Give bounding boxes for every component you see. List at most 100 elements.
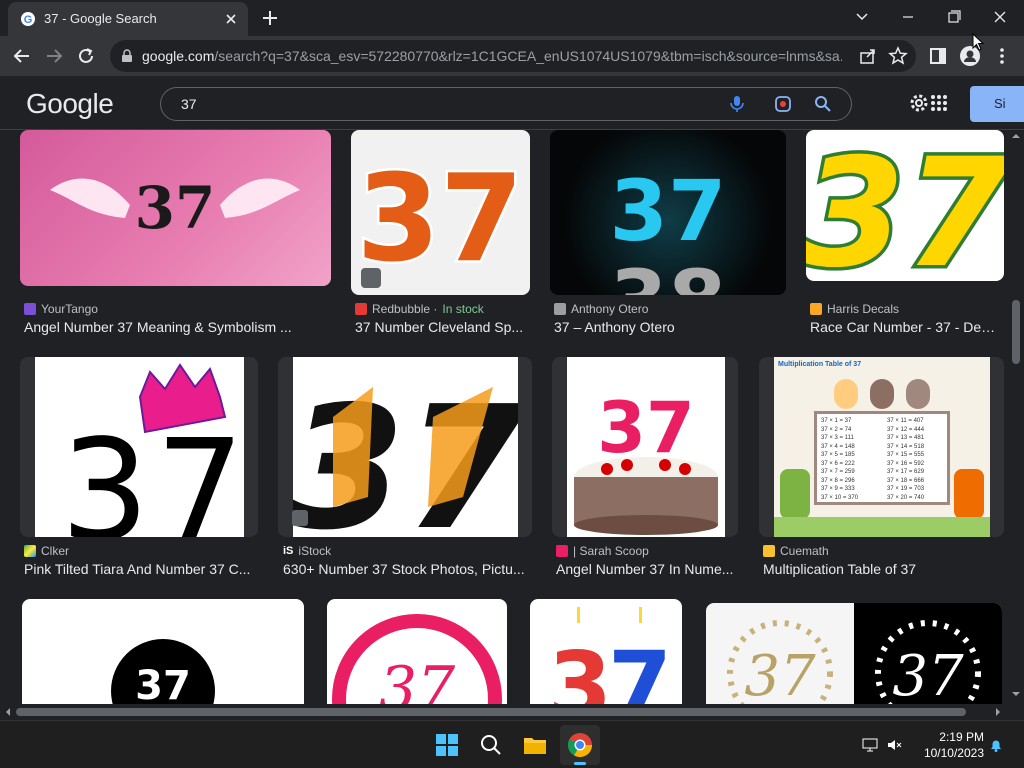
bookmark-star-icon[interactable] bbox=[886, 44, 910, 68]
result-image-multiplication[interactable]: Multiplication Table of 37 37 × 1 = 37 37… bbox=[759, 357, 1004, 537]
url-host: google.com bbox=[142, 48, 215, 64]
url-text: google.com/search?q=37&sca_esv=572280770… bbox=[142, 48, 842, 64]
scroll-up-icon[interactable] bbox=[1012, 132, 1020, 140]
browser-toolbar: google.com/search?q=37&sca_esv=572280770… bbox=[0, 36, 1024, 76]
result-image-anthony-otero[interactable]: 37 38 bbox=[550, 130, 786, 295]
more-menu-icon[interactable] bbox=[990, 44, 1014, 68]
horizontal-scroll-thumb[interactable] bbox=[16, 708, 966, 716]
thumb-race-car: 37 bbox=[806, 130, 1004, 281]
result-source[interactable]: YourTango bbox=[24, 302, 98, 316]
settings-gear-icon[interactable] bbox=[908, 92, 930, 114]
search-input[interactable]: 37 bbox=[181, 96, 197, 112]
title-bar: G 37 - Google Search bbox=[0, 0, 1024, 36]
tag-icon bbox=[361, 268, 381, 288]
yourtango-favicon-icon bbox=[24, 303, 36, 315]
source-name: iStock bbox=[298, 544, 332, 558]
thumb-stars: 37 37 bbox=[727, 603, 1002, 704]
google-logo[interactable]: Google bbox=[26, 88, 114, 120]
thumb-redbubble: 37 bbox=[354, 148, 526, 292]
new-tab-icon[interactable] bbox=[258, 6, 282, 30]
redbubble-favicon-icon bbox=[355, 303, 367, 315]
result-image-tiara[interactable]: 3 7 bbox=[20, 357, 258, 537]
scroll-right-icon[interactable] bbox=[994, 708, 1002, 716]
chrome-icon bbox=[567, 733, 592, 758]
voice-search-icon[interactable] bbox=[727, 94, 747, 114]
thumb-istock: 37 bbox=[287, 370, 524, 537]
search-icon[interactable] bbox=[477, 731, 505, 759]
result-image-candles[interactable]: 3 7 bbox=[530, 599, 682, 704]
taskbar: 2:19 PM 10/10/2023 bbox=[0, 720, 1024, 768]
scroll-left-icon[interactable] bbox=[4, 708, 12, 716]
apps-grid-icon[interactable] bbox=[930, 94, 948, 112]
side-panel-icon[interactable] bbox=[926, 44, 950, 68]
notification-bell-icon[interactable] bbox=[988, 737, 1004, 753]
result-image-black-circle[interactable]: 37 bbox=[22, 599, 304, 704]
tab-search-icon[interactable] bbox=[848, 6, 876, 28]
mult-row: 37 × 1 = 37 bbox=[821, 418, 852, 424]
url-path: /search?q=37&sca_esv=572280770&rlz=1C1GC… bbox=[214, 48, 842, 64]
harris-decals-favicon-icon bbox=[810, 303, 822, 315]
thumb-number-text: 37 bbox=[135, 174, 216, 242]
result-source[interactable]: | Sarah Scoop bbox=[556, 544, 649, 558]
search-icon[interactable] bbox=[813, 94, 833, 114]
mult-row: 37 × 14 = 518 bbox=[887, 443, 925, 450]
result-caption[interactable]: 37 Number Cleveland Sp... bbox=[355, 319, 535, 335]
mult-row: 37 × 10 = 370 bbox=[821, 494, 859, 501]
file-explorer-icon[interactable] bbox=[521, 731, 549, 759]
result-caption[interactable]: Race Car Number - 37 - Det... bbox=[810, 319, 996, 335]
mult-right-column: 37 × 11 = 407 37 × 12 = 444 37 × 13 = 481 3… bbox=[887, 417, 924, 502]
thumb-number-text: 37 bbox=[379, 654, 456, 704]
result-image-cake[interactable]: 37 bbox=[552, 357, 738, 537]
cartoon-kid bbox=[906, 379, 930, 409]
result-caption[interactable]: Pink Tilted Tiara And Number 37 C... bbox=[24, 561, 260, 577]
thumb-anthony-otero: 37 38 bbox=[610, 162, 727, 295]
vertical-scrollbar[interactable] bbox=[1008, 130, 1024, 704]
result-source[interactable]: Redbubble · In stock bbox=[355, 302, 484, 316]
system-clock[interactable]: 2:19 PM 10/10/2023 bbox=[910, 729, 984, 761]
vertical-scroll-thumb[interactable] bbox=[1012, 300, 1020, 364]
search-box[interactable]: 37 bbox=[160, 87, 852, 121]
result-caption[interactable]: Multiplication Table of 37 bbox=[763, 561, 1003, 577]
source-name: Harris Decals bbox=[827, 302, 900, 316]
result-image-redbubble[interactable]: 37 bbox=[351, 130, 530, 295]
close-window-icon[interactable] bbox=[986, 6, 1014, 28]
share-icon[interactable] bbox=[856, 44, 880, 68]
result-caption[interactable]: 37 – Anthony Otero bbox=[554, 319, 784, 335]
result-source[interactable]: Harris Decals bbox=[810, 302, 899, 316]
result-image-pink-circle[interactable]: 37 bbox=[327, 599, 507, 704]
result-image-angel-number[interactable]: 37 bbox=[20, 130, 331, 286]
minimize-icon[interactable] bbox=[894, 6, 922, 28]
scroll-down-icon[interactable] bbox=[1012, 690, 1020, 698]
result-source[interactable]: iS iStock bbox=[283, 544, 331, 558]
result-caption[interactable]: Angel Number 37 In Nume... bbox=[556, 561, 738, 577]
result-caption[interactable]: 630+ Number 37 Stock Photos, Pictu... bbox=[283, 561, 531, 577]
image-results: 37 37 37 38 37 YourTango Angel Number 37… bbox=[0, 130, 1008, 704]
result-source[interactable]: Clker bbox=[24, 544, 69, 558]
reload-icon[interactable] bbox=[74, 44, 98, 68]
result-source[interactable]: Anthony Otero bbox=[554, 302, 648, 316]
forward-arrow-icon[interactable] bbox=[42, 44, 66, 68]
result-image-stars[interactable]: 37 37 bbox=[706, 603, 1002, 704]
mult-row: 37 × 7 = 259 bbox=[821, 469, 855, 475]
volume-muted-icon[interactable] bbox=[886, 737, 902, 753]
thumb-number-text: 37 bbox=[610, 162, 727, 260]
browser-tab[interactable]: G 37 - Google Search bbox=[8, 2, 248, 36]
mult-table-title: Multiplication Table of 37 bbox=[778, 361, 862, 368]
result-caption[interactable]: Angel Number 37 Meaning & Symbolism ... bbox=[24, 319, 324, 335]
network-icon[interactable] bbox=[862, 737, 878, 753]
result-image-istock[interactable]: 37 bbox=[278, 357, 532, 537]
windows-start-icon[interactable] bbox=[433, 731, 461, 759]
close-tab-icon[interactable] bbox=[222, 10, 240, 28]
back-arrow-icon[interactable] bbox=[10, 44, 34, 68]
result-image-race-car[interactable]: 37 bbox=[806, 130, 1004, 281]
lens-icon[interactable] bbox=[773, 94, 793, 114]
restore-icon[interactable] bbox=[940, 6, 968, 28]
result-source[interactable]: Cuemath bbox=[763, 544, 829, 558]
sign-in-button[interactable]: Si bbox=[970, 86, 1024, 122]
thumb-number-text: 37 bbox=[892, 644, 964, 704]
mult-row: 37 × 15 = 555 bbox=[887, 452, 925, 458]
address-bar[interactable]: google.com/search?q=37&sca_esv=572280770… bbox=[110, 40, 916, 72]
chrome-taskbar-button[interactable] bbox=[560, 725, 600, 765]
horizontal-scrollbar[interactable] bbox=[0, 704, 1008, 720]
lock-icon[interactable] bbox=[120, 49, 134, 63]
